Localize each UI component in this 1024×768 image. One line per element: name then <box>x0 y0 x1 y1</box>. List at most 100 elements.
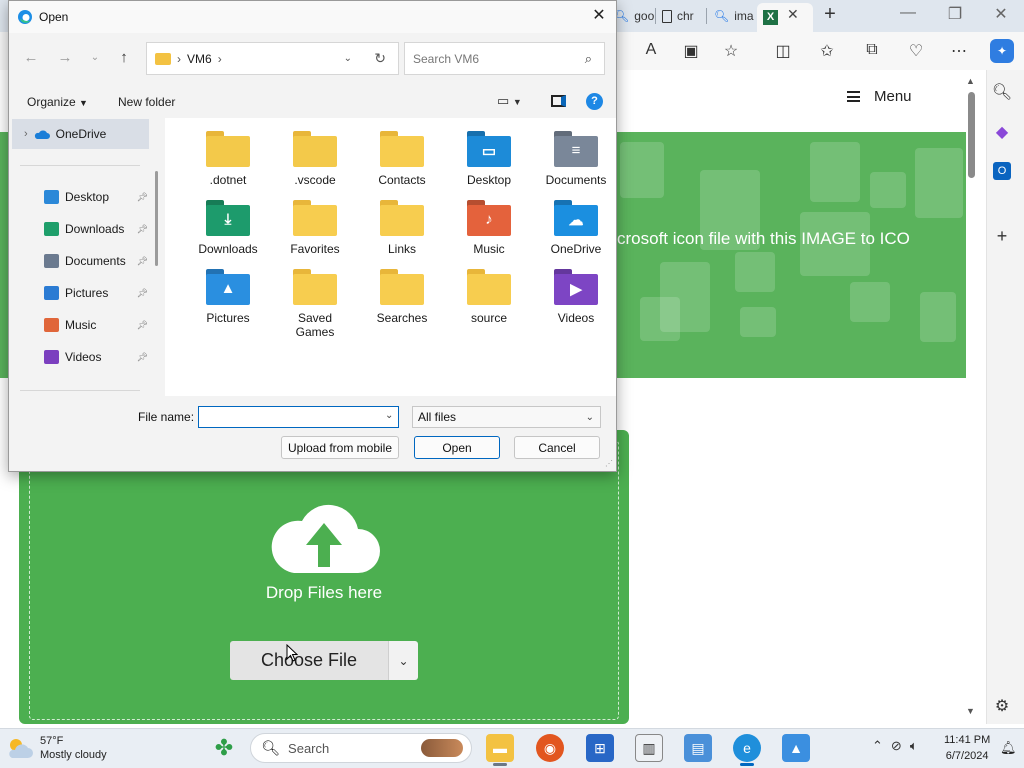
firefox-icon[interactable]: ◉ <box>536 734 564 762</box>
close-tab-icon[interactable]: ✕ <box>787 6 799 23</box>
outlook-icon[interactable]: O <box>993 162 1011 180</box>
choose-file-button[interactable]: Choose File ⌄ <box>230 641 418 680</box>
pin-icon[interactable]: 📌︎ <box>137 288 148 299</box>
file-item[interactable]: ♪ Music <box>449 200 529 256</box>
browser-tab-document[interactable]: chr <box>662 4 694 28</box>
copilot-icon[interactable]: ✦ <box>990 39 1014 63</box>
nav-item-pictures[interactable]: Pictures 📌︎ <box>44 282 148 304</box>
file-item[interactable]: Searches <box>362 269 442 325</box>
nav-item-desktop[interactable]: Desktop 📌︎ <box>44 186 148 208</box>
microsoft-store-icon[interactable]: ⊞ <box>586 734 614 762</box>
nav-pane-scrollbar[interactable] <box>155 171 158 266</box>
file-item[interactable]: Saved Games <box>275 269 355 339</box>
dialog-close-icon[interactable]: ✕ <box>588 5 610 27</box>
pin-icon[interactable]: 📌︎ <box>137 352 148 363</box>
breadcrumb-separator: › <box>217 51 222 66</box>
cancel-button[interactable]: Cancel <box>514 436 600 459</box>
nav-item-videos[interactable]: Videos 📌︎ <box>44 346 148 368</box>
split-screen-icon[interactable]: ◫ <box>772 41 794 61</box>
nav-item-music[interactable]: Music 📌︎ <box>44 314 148 336</box>
browser-tab-search[interactable]: 🔍︎ goo <box>614 4 654 28</box>
weather-widget[interactable]: 57°F Mostly cloudy <box>6 734 107 762</box>
refresh-icon[interactable]: ↻ <box>374 50 386 67</box>
address-history-chevron-icon[interactable]: ⌄ <box>344 53 352 64</box>
file-name-input[interactable] <box>198 406 399 428</box>
file-item[interactable]: .vscode <box>275 131 355 187</box>
window-close-icon[interactable]: ✕ <box>986 4 1016 24</box>
sidebar-settings-icon[interactable]: ⚙ <box>991 696 1013 718</box>
edge-icon[interactable]: e <box>733 734 761 762</box>
pin-icon[interactable]: 📌︎ <box>137 192 148 203</box>
restore-icon[interactable]: ❐ <box>940 4 970 24</box>
more-options-icon[interactable]: ⋯ <box>948 41 970 61</box>
immersive-reader-icon[interactable]: ▣ <box>680 41 702 61</box>
scroll-up-icon[interactable]: ▲ <box>966 76 975 86</box>
preview-pane-icon[interactable] <box>551 95 566 107</box>
control-panel-icon[interactable]: ▤ <box>684 734 712 762</box>
file-item[interactable]: Links <box>362 200 442 256</box>
browser-tab-active[interactable]: X <box>757 3 813 32</box>
favorite-star-icon[interactable]: ☆ <box>720 41 742 61</box>
open-button[interactable]: Open <box>414 436 500 459</box>
choose-file-label[interactable]: Choose File <box>230 641 388 680</box>
scroll-thumb[interactable] <box>968 92 975 178</box>
pin-icon[interactable]: 📌︎ <box>137 256 148 267</box>
pin-icon[interactable]: 📌︎ <box>137 224 148 235</box>
chevron-down-icon[interactable]: ⌄ <box>388 641 418 680</box>
folder-search-input[interactable]: Search VM6 ⌕ <box>404 42 605 75</box>
breadcrumb-vm6[interactable]: VM6 <box>187 52 212 66</box>
recent-locations-chevron-icon[interactable]: ⌄ <box>85 52 105 63</box>
browser-tab-images[interactable]: 🔍︎ ima <box>714 4 754 28</box>
nav-item-downloads[interactable]: Downloads 📌︎ <box>44 218 148 240</box>
minimize-icon[interactable]: — <box>893 4 923 22</box>
address-bar[interactable]: › VM6 › ⌄ ↻ <box>146 42 399 75</box>
file-item[interactable]: Contacts <box>362 131 442 187</box>
upload-from-mobile-button[interactable]: Upload from mobile <box>281 436 399 459</box>
file-name-history-chevron-icon[interactable]: ⌄ <box>385 410 393 421</box>
scroll-down-icon[interactable]: ▼ <box>966 706 975 716</box>
help-icon[interactable]: ? <box>586 93 603 110</box>
file-item[interactable]: ▲ Pictures <box>188 269 268 325</box>
taskbar-search[interactable]: 🔍︎ Search <box>250 733 472 763</box>
search-icon[interactable]: 🔍︎ <box>991 82 1013 104</box>
volume-icon[interactable]: 🔈︎ <box>910 738 918 754</box>
performance-icon[interactable]: ♡ <box>905 41 927 61</box>
new-tab-button[interactable]: + <box>818 3 842 26</box>
chevron-up-icon[interactable]: ⌃ <box>872 738 883 754</box>
view-options-button[interactable]: ▭ ▼ <box>497 93 522 109</box>
expand-chevron-icon[interactable]: › <box>24 128 28 140</box>
nav-item-onedrive[interactable]: › OneDrive <box>12 119 149 149</box>
widgets-clover-icon[interactable]: ✤ <box>210 734 238 762</box>
forward-arrow-icon[interactable]: → <box>55 49 75 66</box>
copilot-apps-icon[interactable]: ◆ <box>991 122 1013 144</box>
new-folder-button[interactable]: New folder <box>118 95 175 109</box>
notification-bell-icon[interactable]: 🔔︎ <box>1000 740 1017 756</box>
resize-grip-icon[interactable]: ⋰ <box>605 459 613 468</box>
system-tray[interactable]: ⌃ ⊘ 🔈︎ <box>872 738 918 754</box>
file-item[interactable]: ⤓ Downloads <box>188 200 268 256</box>
file-item[interactable]: source <box>449 269 529 325</box>
reader-app-icon[interactable]: ▥ <box>635 734 663 762</box>
collections-icon[interactable]: ⧉ <box>861 41 883 59</box>
file-explorer-icon[interactable]: ▬ <box>486 734 514 762</box>
file-type-select[interactable]: All files ⌄ <box>412 406 601 428</box>
taskbar-clock[interactable]: 11:41 PM 6/7/2024 <box>944 732 990 764</box>
file-item[interactable]: ▶ Videos <box>536 269 616 325</box>
add-sidebar-app-icon[interactable]: + <box>991 226 1013 248</box>
photos-icon[interactable]: ▲ <box>782 734 810 762</box>
file-item[interactable]: ☁ OneDrive <box>536 200 616 256</box>
up-arrow-icon[interactable]: ↑ <box>114 49 134 66</box>
pin-icon[interactable]: 📌︎ <box>137 320 148 331</box>
file-item[interactable]: .dotnet <box>188 131 268 187</box>
network-icon[interactable]: ⊘ <box>891 738 902 754</box>
favorites-icon[interactable]: ✩ <box>816 41 838 61</box>
folder-icon <box>380 131 424 167</box>
file-item[interactable]: ≡ Documents <box>536 131 616 187</box>
file-item[interactable]: ▭ Desktop <box>449 131 529 187</box>
nav-item-documents[interactable]: Documents 📌︎ <box>44 250 148 272</box>
back-arrow-icon[interactable]: ← <box>21 49 41 66</box>
menu-button[interactable]: Menu <box>847 88 912 105</box>
file-item[interactable]: Favorites <box>275 200 355 256</box>
read-aloud-icon[interactable]: A <box>640 41 662 59</box>
organize-button[interactable]: Organize ▼ <box>27 95 88 109</box>
